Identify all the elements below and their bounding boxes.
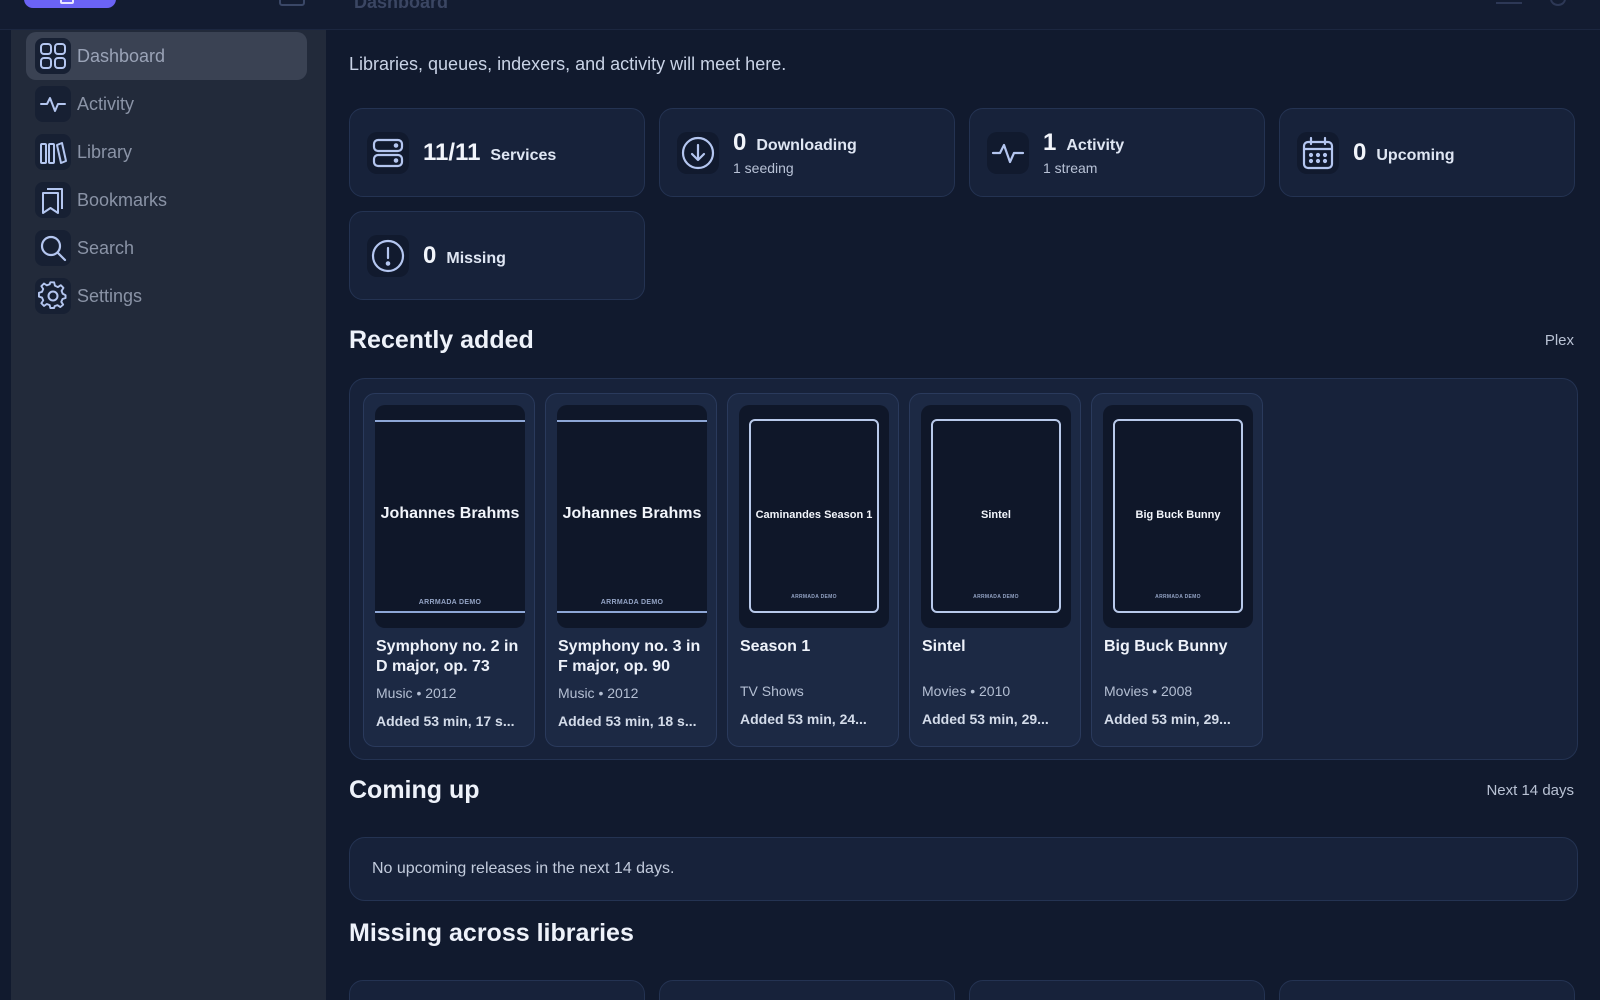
media-meta: Music • 2012: [558, 685, 639, 701]
media-card[interactable]: Johannes Brahms ARRMADA DEMO Symphony no…: [545, 393, 717, 747]
media-added: Added 53 min, 29...: [1104, 711, 1231, 727]
sidebar-item-search[interactable]: Search: [26, 224, 307, 272]
poster-title: Sintel: [981, 509, 1011, 521]
server-icon: [367, 131, 409, 174]
coming-up-heading: Coming up: [349, 776, 480, 804]
media-meta: Music • 2012: [376, 685, 457, 701]
media-title: Sintel: [922, 638, 966, 655]
missing-card[interactable]: [969, 980, 1265, 1000]
coming-up-range: Next 14 days: [1486, 782, 1574, 799]
recently-added-heading: Recently added: [349, 326, 534, 354]
poster-image: Johannes Brahms ARRMADA DEMO: [375, 405, 525, 628]
page-title: Dashboard: [354, 0, 449, 12]
poster-brand: ARRMADA DEMO: [600, 599, 664, 606]
titlebar: Dashboard: [0, 0, 1600, 30]
media-card[interactable]: Big Buck Bunny ARRMADA DEMO Big Buck Bun…: [1091, 393, 1263, 747]
poster-title: Caminandes Season 1: [755, 509, 873, 521]
poster-image: Sintel ARRMADA DEMO: [921, 405, 1071, 628]
poster-brand: ARRMADA DEMO: [973, 594, 1019, 600]
missing-heading: Missing across libraries: [349, 919, 634, 947]
media-added: Added 53 min, 18 s...: [558, 713, 697, 729]
stat-subtext: 1 seeding: [733, 160, 794, 176]
gear-icon: [35, 278, 71, 314]
stat-card-missing[interactable]: 0 Missing: [349, 211, 645, 300]
media-title: Big Buck Bunny: [1104, 638, 1228, 655]
stat-value: 1: [1043, 129, 1057, 156]
poster-brand: ARRMADA DEMO: [791, 594, 837, 600]
media-title: Symphony no. 3 in F major, op. 90: [558, 638, 701, 675]
sidebar-toggle-icon[interactable]: [279, 0, 305, 6]
stat-card-activity[interactable]: 1 Activity 1 stream: [969, 108, 1265, 197]
download-icon: [677, 131, 719, 174]
sidebar-item-dashboard[interactable]: Dashboard: [26, 32, 307, 80]
pulse-icon: [987, 131, 1029, 174]
recently-added-source[interactable]: Plex: [1545, 332, 1574, 349]
stat-label: Downloading: [756, 137, 857, 154]
main-content: Libraries, queues, indexers, and activit…: [326, 30, 1600, 1000]
stat-label: Activity: [1066, 137, 1125, 154]
app-logo-icon: [60, 0, 74, 4]
stat-label: Upcoming: [1376, 146, 1455, 164]
media-title: Season 1: [740, 638, 811, 655]
media-added: Added 53 min, 29...: [922, 711, 1049, 727]
calendar-icon: [1297, 131, 1339, 174]
missing-card[interactable]: [349, 980, 645, 1000]
media-meta: Movies • 2010: [922, 683, 1011, 699]
sidebar-item-activity[interactable]: Activity: [26, 80, 307, 128]
stat-label: Services: [490, 146, 557, 164]
stat-value: 11/11: [423, 138, 481, 166]
sidebar-item-label: Search: [77, 237, 135, 258]
missing-card[interactable]: [1279, 980, 1575, 1000]
sidebar-item-settings[interactable]: Settings: [26, 272, 307, 320]
sidebar-item-bookmarks[interactable]: Bookmarks: [26, 176, 307, 224]
library-icon: [35, 134, 71, 170]
poster-image: Caminandes Season 1 ARRMADA DEMO: [739, 405, 889, 628]
sidebar-item-label: Bookmarks: [77, 189, 168, 210]
account-icon[interactable]: [1550, 0, 1566, 6]
media-card[interactable]: Caminandes Season 1 ARRMADA DEMO Season …: [727, 393, 899, 747]
stat-value: 0: [423, 241, 437, 269]
media-meta: Movies • 2008: [1104, 683, 1193, 699]
poster-brand: ARRMADA DEMO: [418, 599, 482, 606]
stat-card-downloading[interactable]: 0 Downloading 1 seeding: [659, 108, 955, 197]
media-added: Added 53 min, 24...: [740, 711, 867, 727]
stat-card-services[interactable]: 11/11 Services: [349, 108, 645, 197]
stat-card-upcoming[interactable]: 0 Upcoming: [1279, 108, 1575, 197]
recently-added-panel: Johannes Brahms ARRMADA DEMO Symphony no…: [349, 378, 1578, 760]
sidebar-item-label: Library: [77, 141, 133, 162]
sidebar-item-label: Settings: [77, 285, 143, 306]
media-card[interactable]: Johannes Brahms ARRMADA DEMO Symphony no…: [363, 393, 535, 747]
stat-value: 0: [733, 129, 747, 156]
media-title: Symphony no. 2 in D major, op. 73: [376, 638, 519, 675]
media-meta: TV Shows: [740, 683, 804, 699]
stat-label: Missing: [446, 249, 506, 267]
poster-image: Johannes Brahms ARRMADA DEMO: [557, 405, 707, 628]
coming-up-panel: No upcoming releases in the next 14 days…: [349, 837, 1578, 901]
search-icon: [35, 230, 71, 266]
sidebar: Dashboard Activity Library Bookmarks Sea…: [11, 30, 326, 1000]
media-added: Added 53 min, 17 s...: [376, 713, 515, 729]
missing-card[interactable]: [659, 980, 955, 1000]
poster-brand: ARRMADA DEMO: [1155, 594, 1201, 600]
poster-title: Johannes Brahms: [380, 505, 520, 522]
poster-title: Big Buck Bunny: [1135, 509, 1221, 521]
sidebar-item-library[interactable]: Library: [26, 128, 307, 176]
empty-state-text: No upcoming releases in the next 14 days…: [372, 860, 675, 877]
alert-icon: [367, 234, 409, 277]
stat-value: 0: [1353, 138, 1367, 166]
stat-subtext: 1 stream: [1043, 160, 1098, 176]
toolbar-icon[interactable]: [1496, 0, 1522, 4]
sidebar-item-label: Dashboard: [77, 45, 166, 66]
poster-image: Big Buck Bunny ARRMADA DEMO: [1103, 405, 1253, 628]
poster-title: Johannes Brahms: [562, 505, 702, 522]
page-subtitle: Libraries, queues, indexers, and activit…: [349, 54, 787, 74]
sidebar-item-label: Activity: [77, 93, 135, 114]
grid-icon: [35, 38, 71, 74]
bookmarks-icon: [35, 182, 71, 218]
pulse-icon: [35, 86, 71, 122]
media-card[interactable]: Sintel ARRMADA DEMO Sintel Movies • 2010…: [909, 393, 1081, 747]
